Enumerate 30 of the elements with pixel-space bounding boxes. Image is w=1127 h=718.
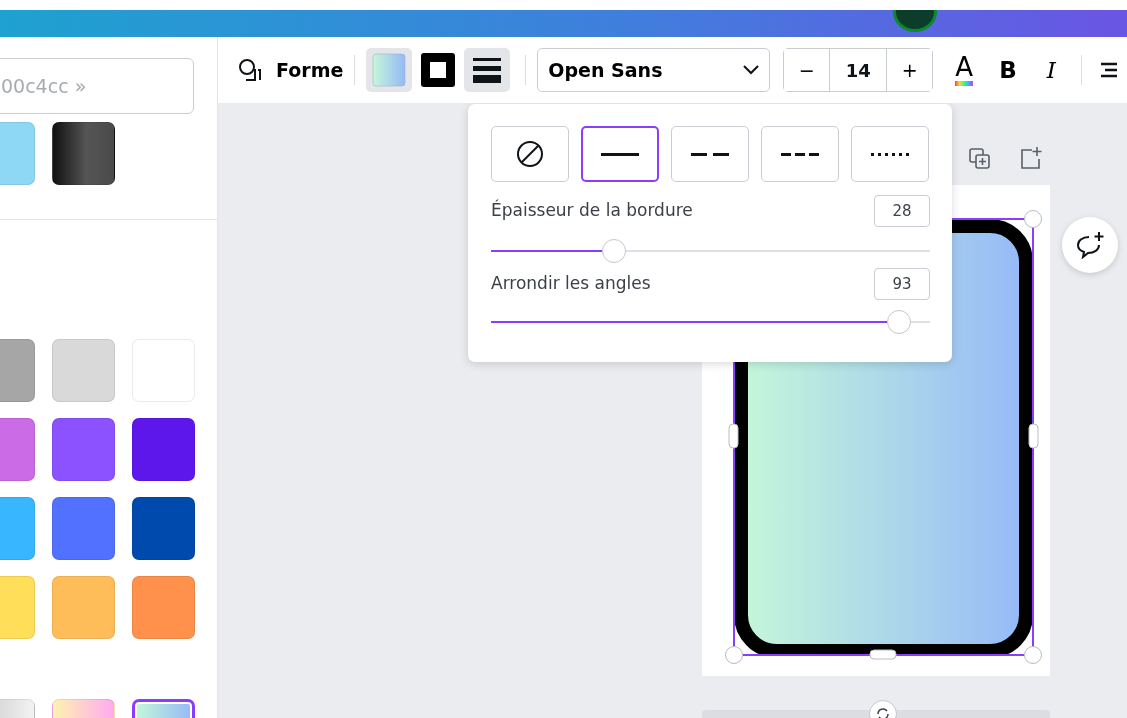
gradient-swatch-icon	[372, 53, 407, 87]
line-weight-icon	[473, 57, 502, 83]
border-style-option[interactable]	[581, 126, 659, 182]
solid-line-icon	[601, 152, 639, 156]
border-style-button[interactable]	[464, 48, 511, 92]
fill-color-button[interactable]	[366, 48, 413, 92]
rotate-icon	[875, 707, 891, 718]
slider-label: Arrondir les angles	[491, 272, 651, 296]
shape-button[interactable]: Forme	[238, 48, 344, 92]
slider-thumb[interactable]	[601, 239, 626, 263]
slider-label: Épaisseur de la bordure	[491, 198, 693, 223]
no-border-icon	[516, 140, 544, 168]
add-page-icon[interactable]	[1020, 147, 1042, 169]
text-color-button[interactable]: A	[955, 54, 974, 86]
value-field[interactable]: 28	[874, 195, 930, 227]
shapes-icon	[238, 58, 262, 82]
dotted-line-icon	[871, 152, 909, 156]
font-dropdown[interactable]: Open Sans	[537, 48, 771, 92]
value-field[interactable]: 93	[874, 268, 930, 300]
add-comment-button[interactable]	[1062, 217, 1118, 273]
dashed-line-icon	[781, 152, 819, 156]
comment-plus-icon	[1075, 231, 1105, 259]
italic-button[interactable]: I	[1046, 52, 1056, 88]
dashed-line-icon	[691, 152, 729, 156]
chevron-down-icon	[743, 65, 760, 75]
search-field[interactable]: 00c4cc »	[0, 58, 194, 114]
slider-thumb[interactable]	[887, 310, 912, 334]
duplicate-icon[interactable]	[969, 148, 991, 170]
border-square-icon	[421, 53, 456, 87]
bold-button[interactable]: B	[999, 52, 1017, 88]
